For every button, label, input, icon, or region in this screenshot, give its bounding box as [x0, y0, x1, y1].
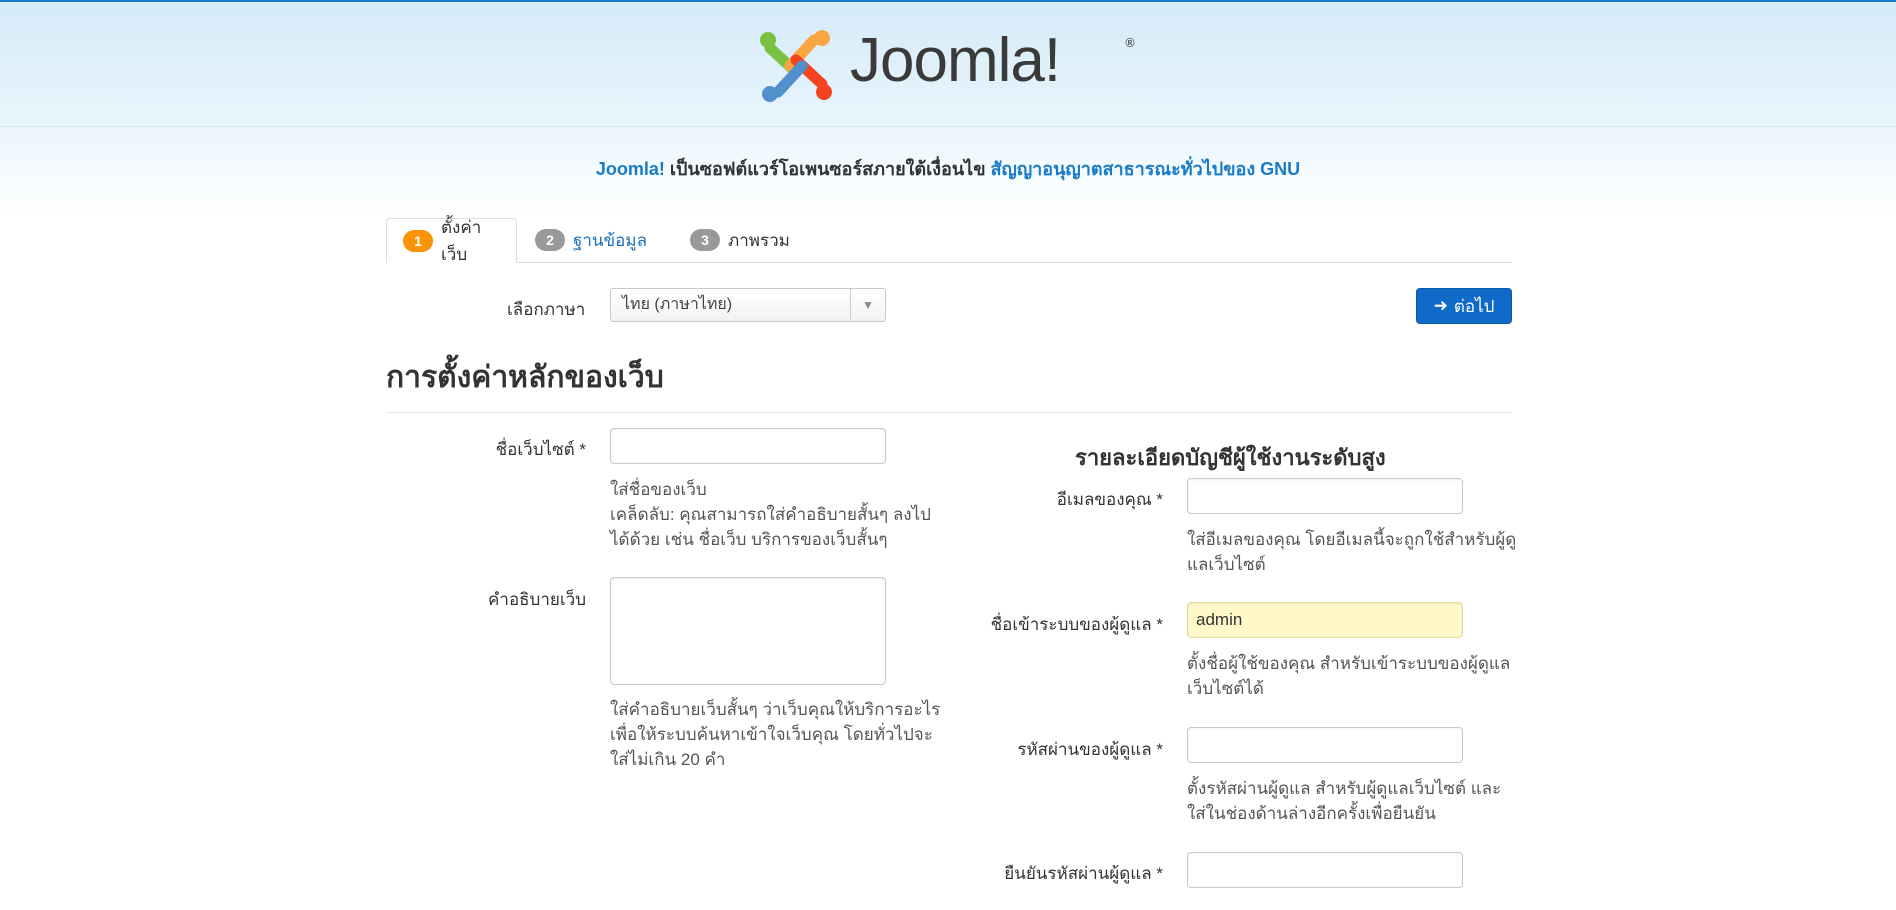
- site-name-help: ใส่ชื่อของเว็บ เคล็ดลับ: คุณสามารถใส่คำอ…: [610, 480, 931, 549]
- step-badge: 2: [535, 229, 565, 251]
- admin-password-label: รหัสผ่านของผู้ดูแล *: [1017, 740, 1163, 759]
- site-description-textarea[interactable]: [610, 577, 886, 685]
- site-description-label: คำอธิบายเว็บ: [488, 590, 586, 609]
- joomla-logo-icon: [760, 30, 832, 102]
- step-badge: 3: [690, 229, 720, 251]
- admin-username-input[interactable]: admin: [1187, 602, 1463, 638]
- language-selected-value: ไทย (ภาษาไทย): [622, 296, 733, 313]
- admin-username-help: ตั้งชื่อผู้ใช้ของคุณ สำหรับเข้าระบบของผู…: [1187, 654, 1511, 698]
- next-button-label: ต่อไป: [1453, 296, 1495, 316]
- tab-label: ตั้งค่าเว็บ: [441, 217, 482, 264]
- site-name-input[interactable]: [610, 428, 886, 464]
- tab-label: ฐานข้อมูล: [573, 230, 648, 250]
- gnu-license-link[interactable]: สัญญาอนุญาตสาธารณะทั่วไปของ GNU: [991, 159, 1301, 179]
- logo-registered-mark: ®: [1124, 36, 1136, 50]
- arrow-right-icon: ➜: [1433, 296, 1448, 315]
- license-text: เป็นซอฟต์แวร์โอเพนซอร์สภายใต้เงื่อนไข: [664, 159, 991, 179]
- install-steps-tabs: 1 ตั้งค่าเว็บ 2 ฐานข้อมูล 3 ภาพรวม: [386, 218, 1512, 264]
- chevron-down-icon[interactable]: ▼: [850, 289, 885, 321]
- admin-email-help: ใส่อีเมลของคุณ โดยอีเมลนี้จะถูกใช้สำหรับ…: [1187, 530, 1517, 574]
- admin-password-confirm-input[interactable]: [1187, 852, 1463, 888]
- license-notice: Joomla! เป็นซอฟต์แวร์โอเพนซอร์สภายใต้เงื…: [0, 154, 1896, 183]
- admin-password-input[interactable]: [1187, 727, 1463, 763]
- site-description-help: ใส่คำอธิบายเว็บสั้นๆ ว่าเว็บคุณให้บริการ…: [610, 700, 941, 769]
- admin-password-confirm-label: ยืนยันรหัสผ่านผู้ดูแล *: [1004, 864, 1163, 883]
- site-name-label: ชื่อเว็บไซต์ *: [495, 440, 586, 459]
- joomla-logo: Joomla! ®: [756, 26, 1141, 106]
- admin-email-input[interactable]: [1187, 478, 1463, 514]
- license-joomla-link[interactable]: Joomla!: [596, 159, 665, 179]
- tab-overview[interactable]: 3 ภาพรวม: [674, 218, 806, 262]
- admin-section-title: รายละเอียดบัญชีผู้ใช้งานระดับสูง: [1075, 445, 1386, 470]
- admin-password-help: ตั้งรหัสผ่านผู้ดูแล สำหรับผู้ดูแลเว็บไซต…: [1187, 779, 1502, 823]
- admin-email-label: อีเมลของคุณ *: [1056, 490, 1163, 509]
- tab-database[interactable]: 2 ฐานข้อมูล: [519, 218, 663, 262]
- step-badge: 1: [403, 229, 433, 252]
- language-select[interactable]: ไทย (ภาษาไทย) ▼: [610, 288, 886, 322]
- next-button[interactable]: ➜ ต่อไป: [1416, 288, 1512, 324]
- logo-wordmark: Joomla!: [850, 26, 1061, 95]
- tab-site-config[interactable]: 1 ตั้งค่าเว็บ: [386, 218, 517, 264]
- admin-username-label: ชื่อเข้าระบบของผู้ดูแล *: [990, 615, 1163, 634]
- tab-label: ภาพรวม: [728, 230, 790, 250]
- page-title: การตั้งค่าหลักของเว็บ: [386, 361, 664, 394]
- language-label: เลือกภาษา: [507, 300, 586, 319]
- title-divider: [386, 412, 1512, 413]
